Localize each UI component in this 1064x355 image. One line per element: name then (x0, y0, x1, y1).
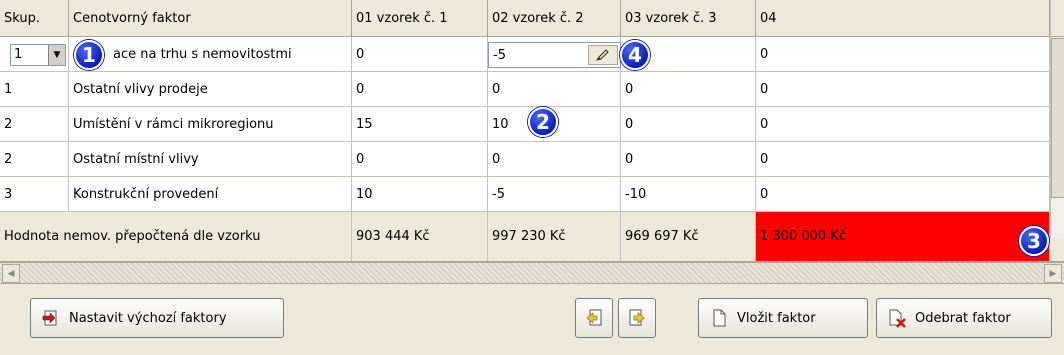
value-cell[interactable]: 0 (756, 37, 1050, 71)
value-editor-text: -5 (493, 47, 506, 63)
value-cell[interactable]: 0 (488, 72, 621, 106)
callout-badge-2: 2 (528, 107, 558, 137)
header-sample-4[interactable]: 04 (756, 0, 1050, 36)
value-editor[interactable]: -5 (488, 42, 621, 68)
set-default-factors-button[interactable]: Nastavit výchozí faktory (30, 298, 284, 338)
totals-label: Hodnota nemov. přepočtená dle vzorku (0, 212, 352, 261)
remove-factor-button[interactable]: Odebrat faktor (876, 298, 1052, 338)
total-value: 969 697 Kč (621, 212, 756, 261)
totals-row: Hodnota nemov. přepočtená dle vzorku 903… (0, 212, 1064, 262)
value-cell[interactable]: 0 (621, 72, 756, 106)
vertical-scrollbar[interactable] (1050, 0, 1064, 238)
chevron-down-icon[interactable]: ▼ (48, 45, 65, 65)
set-default-factors-label: Nastavit výchozí faktory (69, 310, 227, 326)
value-cell[interactable]: 0 (621, 107, 756, 141)
scroll-left-button[interactable]: ◀ (2, 264, 20, 283)
insert-factor-label: Vložit faktor (737, 310, 816, 326)
factor-cell[interactable]: Konstrukční provedení (69, 177, 352, 211)
factor-cell[interactable]: ace na trhu s nemovitostmi (69, 37, 352, 71)
group-combo-value: 1 (14, 47, 23, 62)
horizontal-scrollbar[interactable]: ◀ ▶ (0, 262, 1064, 284)
value-cell[interactable]: 0 (756, 142, 1050, 176)
value-cell[interactable]: 0 (488, 142, 621, 176)
scroll-right-button[interactable]: ▶ (1044, 264, 1062, 283)
table-row[interactable]: 3 Konstrukční provedení 10 -5 -10 0 (0, 177, 1064, 212)
group-cell[interactable]: 2 (0, 142, 69, 176)
value-cell[interactable]: 0 (352, 37, 488, 71)
factor-cell[interactable]: Umístění v rámci mikroregionu (69, 107, 352, 141)
scroll-up-button[interactable] (1051, 0, 1064, 37)
group-cell[interactable]: 1 (0, 72, 69, 106)
total-value-highlighted: 1 300 000 Kč (756, 212, 1050, 261)
header-sample-3[interactable]: 03 vzorek č. 3 (621, 0, 756, 36)
value-cell[interactable]: 0 (756, 72, 1050, 106)
value-cell[interactable]: -5 (488, 177, 621, 211)
value-cell[interactable]: 0 (621, 142, 756, 176)
value-cell[interactable]: 0 (352, 72, 488, 106)
total-value: 903 444 Kč (352, 212, 488, 261)
callout-badge-3: 3 (1019, 226, 1049, 256)
grid-header: Skup. Cenotvorný faktor 01 vzorek č. 1 0… (0, 0, 1064, 37)
move-column-left-button[interactable] (575, 298, 613, 338)
total-value: 997 230 Kč (488, 212, 621, 261)
header-factor[interactable]: Cenotvorný faktor (69, 0, 352, 36)
new-document-icon (709, 308, 729, 328)
scroll-thumb[interactable] (1051, 38, 1064, 198)
table-row[interactable]: 2 Ostatní místní vlivy 0 0 0 0 (0, 142, 1064, 177)
value-cell[interactable]: 10 (352, 177, 488, 211)
move-right-icon (627, 308, 647, 328)
table-row[interactable]: 1 ▼ ace na trhu s nemovitostmi 0 -5 0 (0, 37, 1064, 72)
pencil-icon[interactable] (588, 45, 618, 65)
value-cell[interactable]: 0 (756, 107, 1050, 141)
value-cell[interactable]: 0 (756, 177, 1050, 211)
table-row[interactable]: 1 Ostatní vlivy prodeje 0 0 0 0 (0, 72, 1064, 107)
reset-icon (41, 308, 61, 328)
value-cell[interactable]: 0 (352, 142, 488, 176)
group-cell[interactable]: 2 (0, 107, 69, 141)
factor-cell[interactable]: Ostatní místní vlivy (69, 142, 352, 176)
move-left-icon (584, 308, 604, 328)
header-group[interactable]: Skup. (0, 0, 69, 36)
callout-badge-1: 1 (74, 40, 104, 70)
value-cell[interactable]: 15 (352, 107, 488, 141)
group-combo[interactable]: 1 ▼ (10, 44, 66, 66)
header-sample-1[interactable]: 01 vzorek č. 1 (352, 0, 488, 36)
factor-cell[interactable]: Ostatní vlivy prodeje (69, 72, 352, 106)
value-cell[interactable]: -10 (621, 177, 756, 211)
group-cell[interactable]: 3 (0, 177, 69, 211)
remove-factor-label: Odebrat faktor (915, 310, 1011, 326)
insert-factor-button[interactable]: Vložit faktor (698, 298, 868, 338)
move-column-right-button[interactable] (618, 298, 656, 338)
callout-badge-4: 4 (620, 40, 650, 70)
header-sample-2[interactable]: 02 vzorek č. 2 (488, 0, 621, 36)
delete-document-icon (887, 308, 907, 328)
